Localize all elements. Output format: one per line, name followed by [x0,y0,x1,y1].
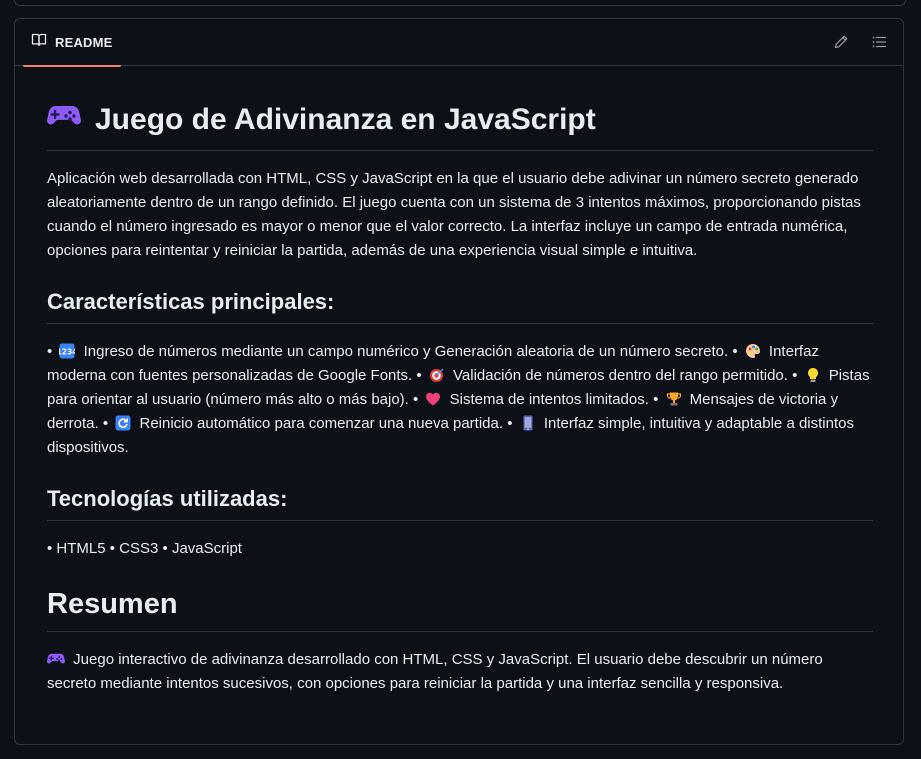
previous-panel-edge [14,0,906,6]
numbers-icon: 1234 [59,343,75,359]
tech-list: • HTML5 • CSS3 • JavaScript [47,540,242,557]
trophy-icon [666,392,681,406]
target-icon [429,368,444,382]
readme-panel: README Juego de Adivinanza en JavaScript… [14,18,904,745]
feature-bullet: • [792,367,798,384]
pencil-icon[interactable] [831,32,851,52]
feature-text: Validación de números dentro del rango p… [453,367,788,384]
lightbulb-icon [807,368,818,382]
features-paragraph: • 1234 Ingreso de números mediante un ca… [47,340,873,460]
feature-bullet: • [102,415,109,432]
feature-text: Ingreso de números mediante un campo num… [83,343,729,360]
feature-bullet: • [653,391,659,408]
palette-icon [745,344,760,358]
summary-heading: Resumen [47,585,873,632]
phone-icon [523,415,533,431]
refresh-icon [115,415,131,431]
feature-bullet: • [416,367,422,384]
intro-paragraph: Aplicación web desarrollada con HTML, CS… [47,170,861,259]
readme-title: Juego de Adivinanza en JavaScript [47,100,873,151]
tab-readme[interactable]: README [23,19,121,67]
tech-heading: Tecnologías utilizadas: [47,484,873,521]
feature-bullet: • [47,343,53,360]
game-controller-icon [47,653,65,664]
book-icon [31,32,47,53]
summary-paragraph: Juego interactivo de adivinanza desarrol… [47,648,873,696]
svg-text:1234: 1234 [59,348,75,357]
feature-bullet: • [413,391,419,408]
readme-tab-label: README [55,35,113,50]
game-controller-icon [47,100,81,140]
feature-text: Sistema de intentos limitados. [449,391,649,408]
heart-icon [426,392,441,406]
features-heading: Características principales: [47,287,873,324]
feature-bullet: • [507,415,513,432]
feature-text: Reinicio automático para comenzar una nu… [139,415,504,432]
summary-text: Juego interactivo de adivinanza desarrol… [47,651,823,692]
readme-content: Juego de Adivinanza en JavaScript Aplica… [47,66,873,696]
list-icon[interactable] [869,32,889,52]
readme-header: README [15,19,903,67]
feature-bullet: • [732,343,738,360]
readme-title-text: Juego de Adivinanza en JavaScript [95,103,596,136]
